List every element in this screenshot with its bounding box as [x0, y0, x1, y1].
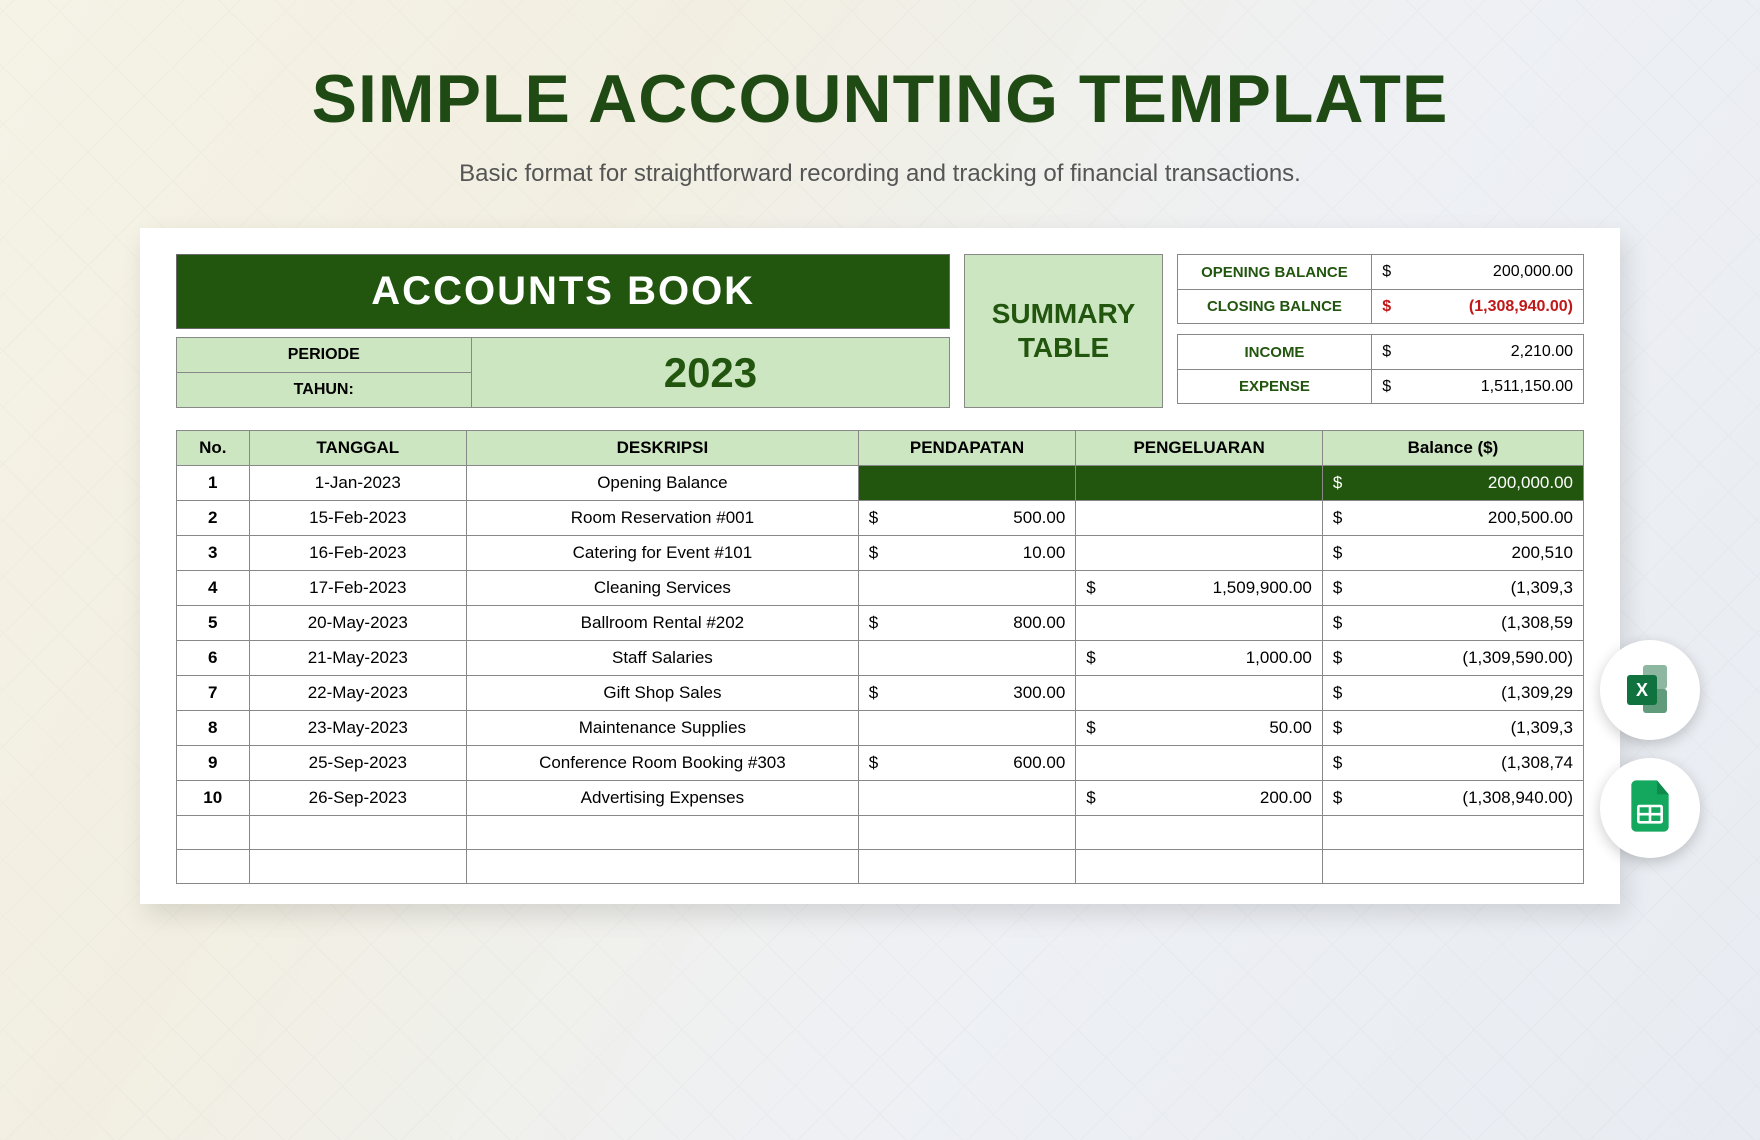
- accounts-book-heading: ACCOUNTS BOOK: [176, 254, 950, 329]
- table-row: 2 15-Feb-2023 Room Reservation #001 $500…: [177, 501, 1584, 536]
- tahun-label: TAHUN:: [177, 373, 471, 407]
- table-row: 3 16-Feb-2023 Catering for Event #101 $1…: [177, 536, 1584, 571]
- summary-table-label: SUMMARY TABLE: [964, 254, 1162, 408]
- table-row: 10 26-Sep-2023 Advertising Expenses $200…: [177, 781, 1584, 816]
- col-pendapatan: PENDAPATAN: [858, 431, 1076, 466]
- table-row: [177, 816, 1584, 850]
- page-title: SIMPLE ACCOUNTING TEMPLATE: [140, 60, 1620, 138]
- spreadsheet-preview: ACCOUNTS BOOK PERIODE TAHUN: 2023 SUMMAR…: [140, 228, 1620, 904]
- col-balance: Balance ($): [1322, 431, 1583, 466]
- year-value: 2023: [471, 338, 950, 407]
- table-row: 9 25-Sep-2023 Conference Room Booking #3…: [177, 746, 1584, 781]
- col-pengeluaran: PENGELUARAN: [1076, 431, 1323, 466]
- summary-row: INCOME$2,210.00: [1178, 335, 1583, 369]
- table-row: 4 17-Feb-2023 Cleaning Services $1,509,9…: [177, 571, 1584, 606]
- table-row: 1 1-Jan-2023 Opening Balance $200,000.00: [177, 466, 1584, 501]
- summary-row: CLOSING BALNCE$(1,308,940.00): [1178, 289, 1583, 323]
- page-subtitle: Basic format for straightforward recordi…: [140, 160, 1620, 188]
- summary-row: OPENING BALANCE$200,000.00: [1178, 255, 1583, 289]
- table-row: [177, 850, 1584, 884]
- summary-table: OPENING BALANCE$200,000.00CLOSING BALNCE…: [1177, 254, 1584, 408]
- google-sheets-icon: [1622, 778, 1678, 839]
- table-row: 6 21-May-2023 Staff Salaries $1,000.00 $…: [177, 641, 1584, 676]
- col-no: No.: [177, 431, 250, 466]
- table-row: 7 22-May-2023 Gift Shop Sales $300.00 $(…: [177, 676, 1584, 711]
- periode-label: PERIODE: [177, 338, 471, 373]
- period-block: PERIODE TAHUN: 2023: [176, 337, 950, 408]
- table-row: 5 20-May-2023 Ballroom Rental #202 $800.…: [177, 606, 1584, 641]
- google-sheets-badge[interactable]: [1600, 758, 1700, 858]
- col-tanggal: TANGGAL: [249, 431, 467, 466]
- excel-icon: X: [1623, 663, 1677, 717]
- summary-row: EXPENSE$1,511,150.00: [1178, 369, 1583, 403]
- table-row: 8 23-May-2023 Maintenance Supplies $50.0…: [177, 711, 1584, 746]
- col-deskripsi: DESKRIPSI: [467, 431, 859, 466]
- excel-badge[interactable]: X: [1600, 640, 1700, 740]
- ledger-table: No. TANGGAL DESKRIPSI PENDAPATAN PENGELU…: [176, 430, 1584, 884]
